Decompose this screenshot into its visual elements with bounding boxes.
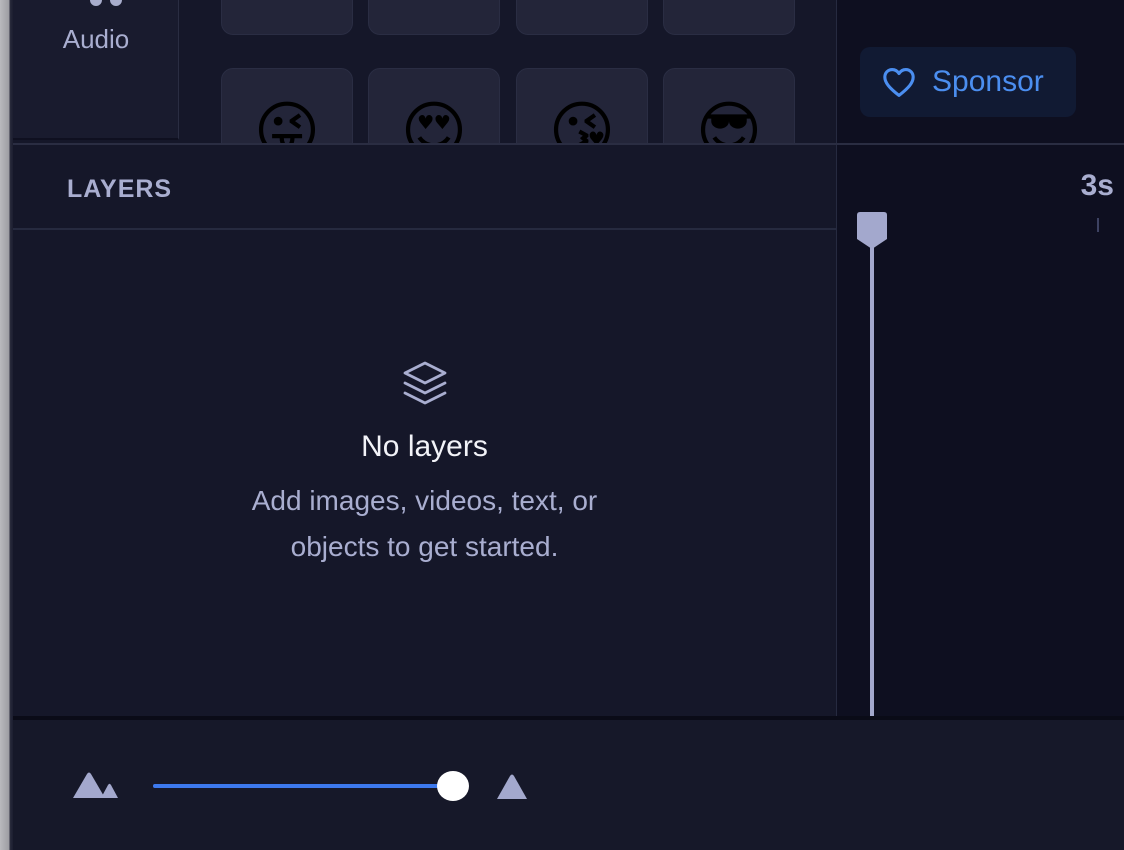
empty-state-description: Add images, videos, text, or objects to …	[251, 485, 598, 562]
layers-header: LAYERS	[13, 145, 836, 230]
heart-icon	[883, 67, 915, 98]
emoji-tile[interactable]	[516, 0, 648, 35]
slider-fill	[153, 784, 453, 788]
playhead-handle[interactable]	[857, 212, 887, 250]
winking-face-emoji: 😜	[253, 95, 321, 143]
sponsor-label: Sponsor	[932, 65, 1044, 98]
empty-state-title: No layers	[361, 430, 488, 463]
slider-thumb[interactable]	[437, 771, 469, 801]
mountains-icon[interactable]	[71, 771, 119, 799]
zoom-bar	[13, 720, 1124, 850]
layers-panel: LAYERS No layers Add images, videos, tex…	[13, 145, 836, 718]
sidebar-item-label: Audio	[62, 24, 130, 54]
emoji-tile-wink[interactable]: 😜	[221, 68, 353, 143]
timeline[interactable]: 3s	[836, 145, 1124, 718]
playhead-line	[870, 240, 874, 718]
header-right: Sponsor	[836, 0, 1124, 143]
emoji-tile-heart-eyes[interactable]: 😍	[368, 68, 500, 143]
layers-stack-icon	[403, 361, 446, 405]
window-edge	[0, 0, 13, 850]
emoji-tile[interactable]	[221, 0, 353, 35]
empty-state: No layers Add images, videos, text, or o…	[13, 360, 836, 570]
triangle-icon[interactable]	[496, 774, 528, 800]
sunglasses-emoji: 😎	[695, 95, 763, 143]
kissing-face-emoji: 😘	[548, 95, 616, 143]
emoji-tile-sunglasses[interactable]: 😎	[663, 68, 795, 143]
zoom-slider[interactable]	[153, 770, 469, 802]
slider-track	[153, 784, 453, 788]
emoji-tile[interactable]: 😀	[663, 0, 795, 35]
emoji-grid: 😀 😜 😍 😘 😎	[180, 0, 836, 143]
sponsor-button[interactable]: Sponsor	[860, 47, 1076, 117]
time-tick	[1097, 218, 1099, 232]
panel-title: LAYERS	[67, 175, 173, 203]
music-note-icon	[88, 0, 128, 8]
heart-eyes-emoji: 😍	[400, 95, 468, 143]
editor-window: Audio 😀 😜 😍 😘 😎 Sponsor LAYERS	[0, 0, 1124, 850]
time-ruler-label: 3s	[1080, 169, 1114, 202]
sidebar-item-audio[interactable]: Audio	[13, 0, 179, 140]
emoji-tile-kiss[interactable]: 😘	[516, 68, 648, 143]
emoji-tile[interactable]	[368, 0, 500, 35]
